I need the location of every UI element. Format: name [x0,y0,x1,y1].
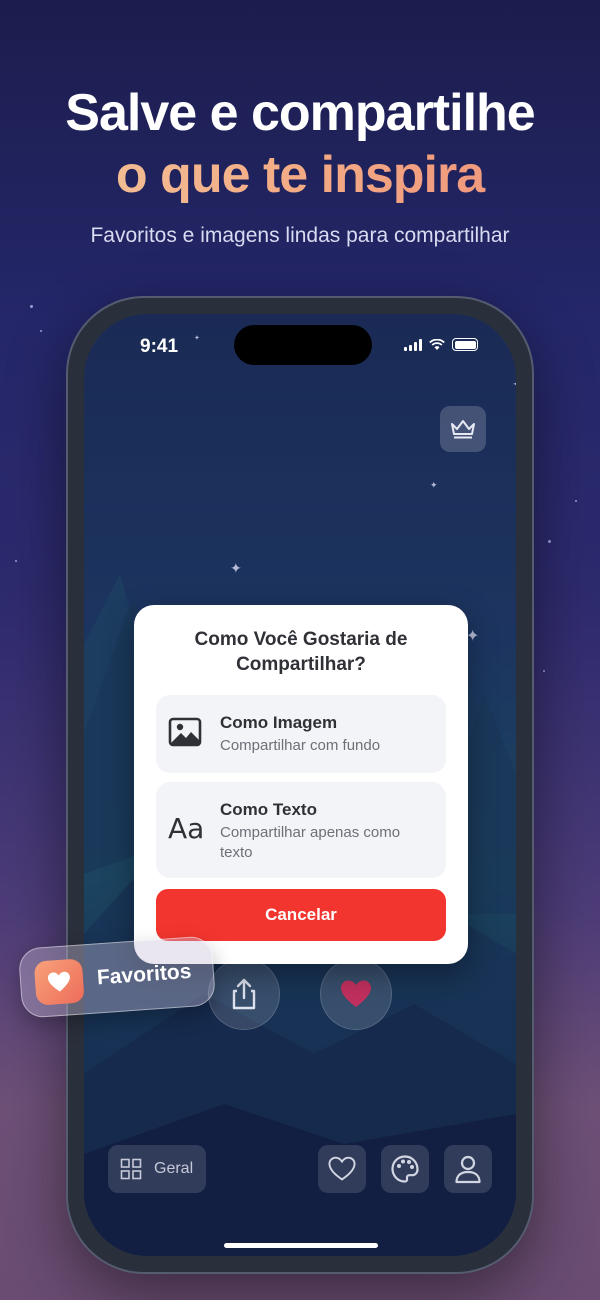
sparkle-icon: ✦ [194,335,200,342]
star [40,330,42,332]
palette-icon [391,1155,419,1183]
option-subtitle: Compartilhar apenas como texto [220,824,401,861]
star [30,305,33,308]
cancel-button[interactable]: Cancelar [156,889,446,941]
dynamic-island [234,325,372,365]
headline: Salve e compartilhe o que te inspira [0,82,600,206]
star [575,500,577,502]
favorites-tab[interactable] [318,1145,366,1193]
star [548,540,551,543]
heart-icon [47,971,70,992]
sparkle-icon: ✦ [466,628,480,645]
profile-tab[interactable] [444,1145,492,1193]
share-as-text-option[interactable]: Aa Como Texto Compartilhar apenas como t… [156,782,446,878]
themes-tab[interactable] [381,1145,429,1193]
option-title: Como Texto [220,800,317,819]
subtitle: Favoritos e imagens lindas para comparti… [90,224,510,247]
favorite-button[interactable] [320,958,392,1030]
wifi-icon [429,338,445,350]
modal-title: Como Você Gostaria de Compartilhar? [194,629,408,675]
headline-line2: o que te inspira [0,144,600,206]
share-modal: Como Você Gostaria de Compartilhar? Como… [134,605,468,964]
status-time: 9:41 [140,336,179,357]
category-label: Geral [154,1160,194,1177]
grid-icon [120,1158,142,1180]
option-title: Como Imagem [220,713,338,732]
text-aa-icon: Aa [168,812,205,845]
headline-line1: Salve e compartilhe [65,84,535,142]
favoritos-label: Favoritos [96,959,193,990]
share-icon [232,978,256,1010]
favoritos-badge: Favoritos [17,935,217,1019]
sparkle-icon: ✦ [230,560,242,576]
heart-icon [328,1156,356,1181]
image-icon [168,717,202,747]
home-indicator [224,1243,378,1248]
premium-crown-button[interactable] [440,406,486,452]
share-button[interactable] [208,958,280,1030]
star [543,670,545,672]
crown-icon [451,420,475,439]
status-icons [404,338,478,351]
heart-badge-icon [33,958,85,1006]
star [15,560,17,562]
heart-icon [341,980,371,1007]
sparkle-icon: ✦ [512,376,516,393]
share-as-image-option[interactable]: Como Imagem Compartilhar com fundo [156,695,446,773]
profile-icon [455,1155,481,1184]
sparkle-icon: ✦ [430,480,438,490]
battery-icon [452,338,478,351]
signal-icon [404,338,422,351]
option-subtitle: Compartilhar com fundo [220,737,381,754]
category-geral-button[interactable]: Geral [108,1145,206,1193]
